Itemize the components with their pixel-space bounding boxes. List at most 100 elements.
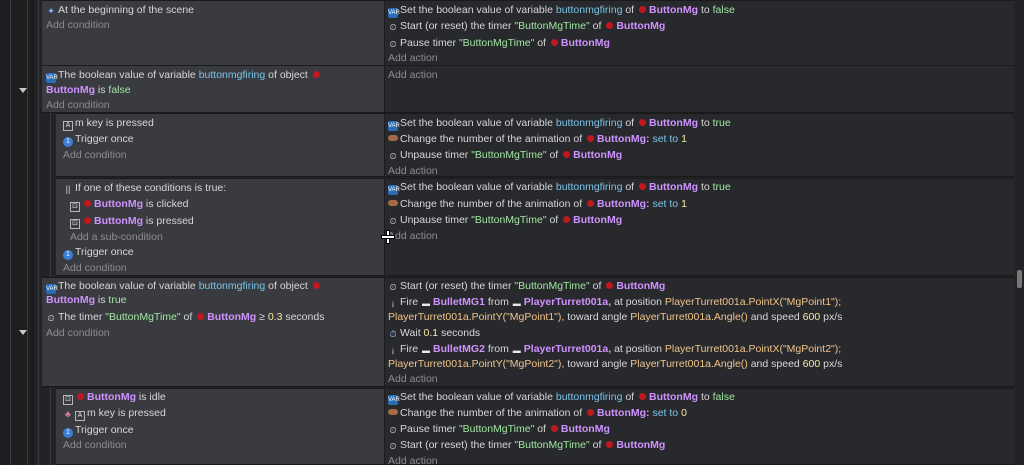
timer-icon: ⏲ bbox=[389, 151, 397, 161]
condition-row[interactable]: 1 Trigger once bbox=[63, 246, 134, 260]
turret-icon: ▬ bbox=[512, 299, 521, 308]
timer-icon: ⏲ bbox=[389, 22, 397, 32]
bullet-icon: ▬ bbox=[422, 299, 431, 308]
mouse-icon: ⊡ bbox=[70, 219, 80, 229]
sub-condition-row[interactable]: ⊡ ButtonMg is clicked bbox=[70, 198, 189, 212]
object-icon bbox=[587, 135, 595, 142]
action-row[interactable]: ⏲ Unpause timer "ButtonMgTime" of ButtonM… bbox=[388, 214, 622, 228]
action-row[interactable]: ⏲ Pause timer "ButtonMgTime" of ButtonMg bbox=[388, 37, 609, 51]
add-action-link[interactable]: Add action bbox=[388, 165, 438, 179]
object-icon bbox=[563, 216, 571, 223]
bullet-icon: ¡ bbox=[391, 346, 395, 355]
condition-row[interactable]: VARThe boolean value of variable buttonm… bbox=[46, 280, 323, 294]
turret-icon: ▬ bbox=[512, 346, 521, 355]
add-action-link[interactable]: Add action bbox=[388, 52, 438, 66]
condition-row-cont: ButtonMg is false bbox=[46, 84, 131, 96]
object-icon bbox=[639, 6, 647, 13]
action-row[interactable]: Change the number of the animation of Bu… bbox=[388, 198, 687, 212]
trigger-once-icon: 1 bbox=[63, 137, 73, 147]
action-row[interactable]: ⏲ Start (or reset) the timer "ButtonMgTim… bbox=[388, 20, 665, 34]
object-icon bbox=[639, 183, 647, 190]
action-row-cont: PlayerTurret001a.PointY("MgPoint1"), tow… bbox=[388, 311, 843, 323]
action-row[interactable]: VARSet the boolean value of variable but… bbox=[388, 391, 735, 405]
add-condition-link[interactable]: Add condition bbox=[63, 262, 127, 276]
condition-row[interactable]: || If one of these conditions is true: bbox=[63, 182, 227, 196]
var-icon: VAR bbox=[46, 284, 58, 294]
bullet-icon: ¡ bbox=[391, 299, 395, 308]
nesting-line bbox=[50, 110, 51, 278]
action-row[interactable]: VARSet the boolean value of variable but… bbox=[388, 117, 731, 131]
action-row[interactable]: ⏲ Start (or reset) the timer "ButtonMgTim… bbox=[388, 439, 665, 453]
object-icon bbox=[312, 71, 320, 78]
sub-condition-row[interactable]: ⊡ ButtonMg is pressed bbox=[70, 215, 194, 229]
animation-icon bbox=[388, 409, 398, 415]
keyboard-icon: A bbox=[63, 121, 73, 131]
condition-row[interactable]: ✦ At the beginning of the scene bbox=[46, 4, 194, 18]
add-action-link[interactable]: Add action bbox=[388, 230, 438, 244]
condition-row[interactable]: ♣ Am key is pressed bbox=[63, 407, 166, 421]
event-variable-true[interactable]: VARThe boolean value of variable buttonm… bbox=[42, 277, 1014, 387]
event-gutter bbox=[0, 0, 34, 465]
add-condition-link[interactable]: Add condition bbox=[46, 19, 110, 33]
action-row[interactable]: ¡ Fire ▬ BulletMG2 from ▬ PlayerTurret001a,… bbox=[388, 343, 842, 357]
event-or-click[interactable]: || If one of these conditions is true: ⊡ B… bbox=[56, 178, 1014, 276]
add-action-link[interactable]: Add action bbox=[388, 455, 438, 465]
timer-icon: ⏲ bbox=[389, 425, 397, 435]
object-icon bbox=[639, 119, 647, 126]
condition-row-cont: ButtonMg is true bbox=[46, 294, 127, 306]
event-variable-false[interactable]: VARThe boolean value of variable buttonm… bbox=[42, 65, 1014, 113]
timer-icon: ⏲ bbox=[47, 313, 55, 323]
mouse-icon: ⊡ bbox=[63, 395, 73, 405]
action-row[interactable]: ⏲ Unpause timer "ButtonMgTime" of ButtonM… bbox=[388, 149, 622, 163]
event-m-key[interactable]: Am key is pressed 1 Trigger once Add cond… bbox=[56, 113, 1014, 177]
action-row-cont: PlayerTurret001a.PointY("MgPoint2"), tow… bbox=[388, 358, 843, 370]
object-icon bbox=[587, 200, 595, 207]
trigger-once-icon: 1 bbox=[63, 250, 73, 260]
action-row[interactable]: VARSet the boolean value of variable but… bbox=[388, 181, 731, 195]
event-idle-release[interactable]: ⊡ ButtonMg is idle ♣ Am key is pressed 1 Tr… bbox=[56, 388, 1014, 465]
action-row[interactable]: ⏲ Pause timer "ButtonMgTime" of ButtonMg bbox=[388, 423, 609, 437]
timer-icon: ⏲ bbox=[389, 216, 397, 226]
scrollbar-thumb[interactable] bbox=[1017, 270, 1022, 288]
condition-row[interactable]: Am key is pressed bbox=[63, 117, 154, 131]
add-sub-condition-link[interactable]: Add a sub-condition bbox=[70, 231, 163, 245]
object-icon bbox=[84, 200, 91, 207]
condition-row[interactable]: 1 Trigger once bbox=[63, 424, 134, 438]
collapse-arrow-icon[interactable] bbox=[19, 330, 27, 335]
action-row[interactable]: ⏲ Start (or reset) the timer "ButtonMgTim… bbox=[388, 280, 665, 294]
action-row[interactable]: VARSet the boolean value of variable but… bbox=[388, 4, 735, 18]
action-row[interactable]: Change the number of the animation of Bu… bbox=[388, 133, 687, 147]
var-icon: VAR bbox=[388, 185, 400, 195]
object-icon bbox=[587, 409, 595, 416]
object-icon bbox=[606, 282, 614, 289]
action-row[interactable]: ¡ Fire ▬ BulletMG1 from ▬ PlayerTurret001a,… bbox=[388, 296, 842, 310]
condition-row[interactable]: 1 Trigger once bbox=[63, 133, 134, 147]
action-row[interactable]: ⏱ Wait 0.1 seconds bbox=[388, 327, 480, 341]
condition-row[interactable]: ⊡ ButtonMg is idle bbox=[63, 391, 166, 405]
add-condition-link[interactable]: Add condition bbox=[63, 149, 127, 163]
action-row[interactable]: Change the number of the animation of Bu… bbox=[388, 407, 687, 421]
add-condition-link[interactable]: Add condition bbox=[63, 439, 127, 453]
object-icon bbox=[606, 441, 614, 448]
condition-row[interactable]: ⏲ The timer "ButtonMgTime" of ButtonMg ≥ … bbox=[46, 311, 324, 325]
object-icon bbox=[550, 39, 558, 46]
var-icon: VAR bbox=[388, 121, 400, 131]
object-icon bbox=[606, 22, 614, 29]
add-condition-link[interactable]: Add condition bbox=[46, 99, 110, 113]
var-icon: VAR bbox=[388, 395, 400, 405]
variable-name: buttonmgfiring bbox=[555, 4, 623, 16]
event-begin-scene[interactable]: ✦ At the beginning of the scene Add condi… bbox=[42, 0, 1014, 66]
keyboard-icon: A bbox=[75, 411, 85, 421]
scene-icon: ✦ bbox=[47, 6, 55, 16]
object-name: ButtonMg bbox=[649, 4, 699, 16]
mouse-icon: ⊡ bbox=[70, 202, 80, 212]
add-action-link[interactable]: Add action bbox=[388, 69, 438, 83]
collapse-arrow-icon[interactable] bbox=[19, 88, 27, 93]
add-action-link[interactable]: Add action bbox=[388, 373, 438, 387]
add-condition-link[interactable]: Add condition bbox=[46, 327, 110, 341]
wait-icon: ⏱ bbox=[389, 329, 397, 339]
vertical-scrollbar[interactable] bbox=[1014, 0, 1024, 465]
timer-icon: ⏲ bbox=[389, 282, 397, 292]
timer-icon: ⏲ bbox=[389, 39, 397, 49]
condition-row[interactable]: VARThe boolean value of variable buttonm… bbox=[46, 69, 323, 83]
